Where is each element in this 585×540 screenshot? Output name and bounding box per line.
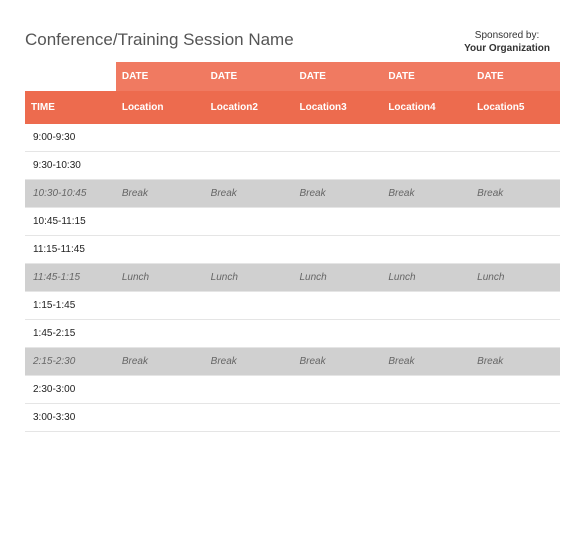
session-cell: Break bbox=[116, 180, 205, 208]
session-cell bbox=[116, 236, 205, 264]
session-cell bbox=[471, 320, 560, 348]
session-cell bbox=[205, 292, 294, 320]
time-cell: 2:15-2:30 bbox=[25, 348, 116, 376]
location-header-cell: Location bbox=[116, 91, 205, 124]
session-cell bbox=[471, 404, 560, 432]
session-cell: Lunch bbox=[382, 264, 471, 292]
session-cell: Break bbox=[294, 180, 383, 208]
time-cell: 11:45-1:15 bbox=[25, 264, 116, 292]
table-row: 1:15-1:45 bbox=[25, 292, 560, 320]
session-cell bbox=[205, 404, 294, 432]
time-cell: 10:45-11:15 bbox=[25, 208, 116, 236]
session-cell: Lunch bbox=[471, 264, 560, 292]
table-row: 1:45-2:15 bbox=[25, 320, 560, 348]
session-cell: Lunch bbox=[116, 264, 205, 292]
session-cell: Break bbox=[205, 180, 294, 208]
session-cell bbox=[294, 376, 383, 404]
session-cell bbox=[205, 236, 294, 264]
session-cell bbox=[116, 320, 205, 348]
table-row: 11:45-1:15LunchLunchLunchLunchLunch bbox=[25, 264, 560, 292]
date-header-cell: DATE bbox=[471, 62, 560, 91]
session-cell bbox=[205, 152, 294, 180]
session-cell bbox=[116, 152, 205, 180]
session-cell bbox=[382, 208, 471, 236]
time-cell: 10:30-10:45 bbox=[25, 180, 116, 208]
session-cell: Break bbox=[205, 348, 294, 376]
session-cell bbox=[116, 376, 205, 404]
time-cell: 2:30-3:00 bbox=[25, 376, 116, 404]
session-cell bbox=[382, 404, 471, 432]
header: Conference/Training Session Name Sponsor… bbox=[25, 30, 560, 54]
session-cell: Break bbox=[116, 348, 205, 376]
session-cell bbox=[382, 376, 471, 404]
date-header-cell: DATE bbox=[294, 62, 383, 91]
session-cell bbox=[205, 208, 294, 236]
session-cell bbox=[471, 124, 560, 152]
session-cell bbox=[205, 320, 294, 348]
location-header-cell: Location4 bbox=[382, 91, 471, 124]
time-header-cell: TIME bbox=[25, 91, 116, 124]
time-cell: 1:45-2:15 bbox=[25, 320, 116, 348]
session-cell bbox=[382, 124, 471, 152]
session-cell: Break bbox=[471, 180, 560, 208]
session-cell bbox=[116, 292, 205, 320]
table-row: 9:30-10:30 bbox=[25, 152, 560, 180]
session-cell: Break bbox=[382, 180, 471, 208]
session-cell bbox=[294, 236, 383, 264]
session-cell: Break bbox=[471, 348, 560, 376]
location-header-cell: Location2 bbox=[205, 91, 294, 124]
session-cell bbox=[116, 404, 205, 432]
time-cell: 9:30-10:30 bbox=[25, 152, 116, 180]
table-row: 10:30-10:45BreakBreakBreakBreakBreak bbox=[25, 180, 560, 208]
session-cell: Lunch bbox=[294, 264, 383, 292]
date-header-cell bbox=[25, 62, 116, 91]
session-cell bbox=[116, 208, 205, 236]
time-cell: 3:00-3:30 bbox=[25, 404, 116, 432]
table-row: 2:30-3:00 bbox=[25, 376, 560, 404]
schedule-document: Conference/Training Session Name Sponsor… bbox=[0, 0, 585, 442]
session-cell bbox=[205, 376, 294, 404]
sponsor-label: Sponsored by: bbox=[464, 30, 550, 41]
session-cell: Lunch bbox=[205, 264, 294, 292]
session-cell bbox=[382, 152, 471, 180]
session-cell bbox=[294, 124, 383, 152]
schedule-table: DATE DATE DATE DATE DATE TIME Location L… bbox=[25, 62, 560, 432]
session-cell bbox=[205, 124, 294, 152]
table-row: 2:15-2:30BreakBreakBreakBreakBreak bbox=[25, 348, 560, 376]
session-cell bbox=[294, 292, 383, 320]
sponsor-block: Sponsored by: Your Organization bbox=[464, 30, 560, 54]
table-body: 9:00-9:309:30-10:3010:30-10:45BreakBreak… bbox=[25, 124, 560, 432]
table-row: 10:45-11:15 bbox=[25, 208, 560, 236]
session-cell bbox=[471, 292, 560, 320]
session-cell bbox=[294, 208, 383, 236]
time-cell: 9:00-9:30 bbox=[25, 124, 116, 152]
table-row: 3:00-3:30 bbox=[25, 404, 560, 432]
sponsor-org: Your Organization bbox=[464, 43, 550, 54]
location-header-row: TIME Location Location2 Location3 Locati… bbox=[25, 91, 560, 124]
session-cell bbox=[294, 320, 383, 348]
session-cell bbox=[382, 292, 471, 320]
date-header-cell: DATE bbox=[382, 62, 471, 91]
session-cell bbox=[294, 404, 383, 432]
session-cell bbox=[116, 124, 205, 152]
session-cell bbox=[294, 152, 383, 180]
time-cell: 1:15-1:45 bbox=[25, 292, 116, 320]
date-header-cell: DATE bbox=[205, 62, 294, 91]
date-header-cell: DATE bbox=[116, 62, 205, 91]
session-cell: Break bbox=[382, 348, 471, 376]
session-cell bbox=[471, 376, 560, 404]
date-header-row: DATE DATE DATE DATE DATE bbox=[25, 62, 560, 91]
session-cell bbox=[471, 152, 560, 180]
location-header-cell: Location5 bbox=[471, 91, 560, 124]
page-title: Conference/Training Session Name bbox=[25, 30, 294, 50]
table-row: 11:15-11:45 bbox=[25, 236, 560, 264]
time-cell: 11:15-11:45 bbox=[25, 236, 116, 264]
session-cell: Break bbox=[294, 348, 383, 376]
session-cell bbox=[382, 320, 471, 348]
table-row: 9:00-9:30 bbox=[25, 124, 560, 152]
location-header-cell: Location3 bbox=[294, 91, 383, 124]
session-cell bbox=[471, 208, 560, 236]
session-cell bbox=[471, 236, 560, 264]
session-cell bbox=[382, 236, 471, 264]
